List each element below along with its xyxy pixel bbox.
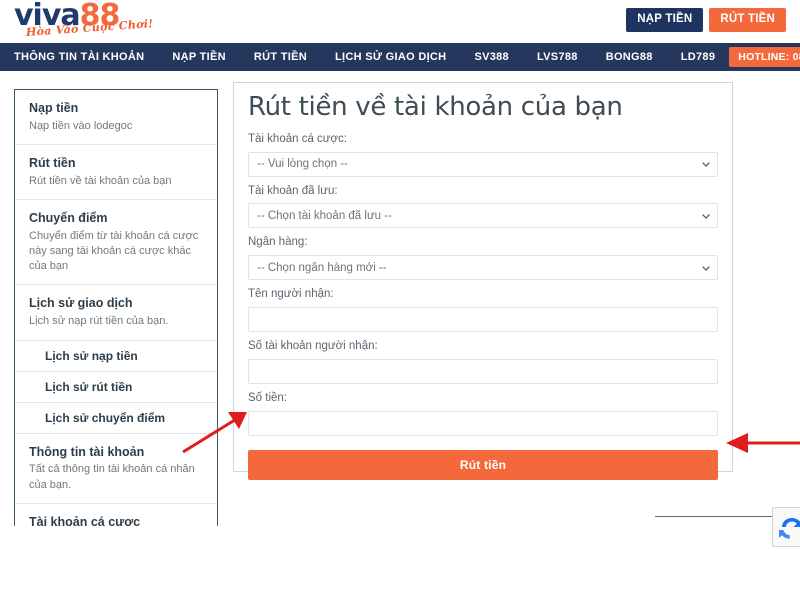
sidebar-item-transfer-points[interactable]: Chuyển điểm Chuyển điểm từ tài khoản cá … xyxy=(15,200,217,286)
input-amount[interactable] xyxy=(248,410,718,436)
sidebar-item-transaction-history-desc: Lịch sử nạp rút tiền của bạn. xyxy=(29,315,169,328)
sidebar-item-deposit-desc: Nạp tiền vào lodegoc xyxy=(29,119,133,132)
sidebar-item-account-info[interactable]: Thông tin tài khoản Tất cả thông tin tài… xyxy=(15,434,217,504)
label-bank: Ngân hàng: xyxy=(248,236,308,249)
sidebar-item-account-info-desc: Tất cả thông tin tài khoản cá nhân của b… xyxy=(29,463,195,491)
sidebar-subitem-withdraw-history[interactable]: Lịch sử rút tiền xyxy=(15,372,217,403)
nav-item-deposit[interactable]: NẠP TIỀN xyxy=(158,51,240,63)
nav-item-sv388[interactable]: SV388 xyxy=(460,51,523,63)
sidebar-item-withdraw-title: Rút tiền xyxy=(29,156,76,171)
select-saved-account[interactable]: -- Chọn tài khoản đã lưu -- xyxy=(248,203,718,229)
label-recipient-account-number: Số tài khoản người nhận: xyxy=(248,340,378,353)
site-logo[interactable]: viva88 Hòa Vào Cuộc Chơi! xyxy=(14,1,159,43)
recaptcha-icon xyxy=(779,518,800,539)
header-withdraw-button[interactable]: RÚT TIỀN xyxy=(709,8,786,32)
sidebar-item-betting-account-title: Tài khoản cá cược xyxy=(29,514,141,526)
field-amount: Số tiền: xyxy=(248,392,718,436)
sidebar-subitem-deposit-history[interactable]: Lịch sử nạp tiền xyxy=(15,341,217,372)
withdraw-submit-button[interactable]: Rút tiền xyxy=(248,449,718,480)
label-saved-account: Tài khoản đã lưu: xyxy=(248,184,338,197)
select-wrap-betting-account: -- Vui lòng chọn -- xyxy=(248,151,718,177)
select-wrap-saved-account: -- Chọn tài khoản đã lưu -- xyxy=(248,203,718,229)
field-saved-account: Tài khoản đã lưu: -- Chọn tài khoản đã l… xyxy=(248,185,718,229)
nav-item-account-info[interactable]: THÔNG TIN TÀI KHOẢN xyxy=(0,51,158,63)
main-navigation: THÔNG TIN TÀI KHOẢN NẠP TIỀN RÚT TIỀN LỊ… xyxy=(0,43,800,71)
field-betting-account: Tài khoản cá cược: -- Vui lòng chọn -- xyxy=(248,133,718,177)
header-deposit-button[interactable]: NẠP TIỀN xyxy=(626,8,704,32)
page-root: viva88 Hòa Vào Cuộc Chơi! NẠP TIỀN RÚT T… xyxy=(0,0,800,600)
sidebar-item-deposit-title: Nạp tiền xyxy=(29,101,79,115)
sidebar-item-transfer-points-title: Chuyển điểm xyxy=(29,211,108,226)
site-header: viva88 Hòa Vào Cuộc Chơi! NẠP TIỀN RÚT T… xyxy=(0,0,800,43)
nav-item-bong88[interactable]: BONG88 xyxy=(592,51,667,63)
sidebar-item-deposit[interactable]: Nạp tiền Nạp tiền vào lodegoc xyxy=(15,90,217,146)
select-bank[interactable]: -- Chọn ngân hàng mới -- xyxy=(248,255,718,281)
label-betting-account: Tài khoản cá cược: xyxy=(248,132,347,145)
hotline-badge[interactable]: HOTLINE: 085.355.2222 xyxy=(729,47,800,67)
select-wrap-bank: -- Chọn ngân hàng mới -- xyxy=(248,255,718,281)
header-action-buttons: NẠP TIỀN RÚT TIỀN xyxy=(626,8,786,32)
nav-item-ld789[interactable]: LD789 xyxy=(667,51,730,63)
nav-item-withdraw[interactable]: RÚT TIỀN xyxy=(240,51,321,63)
page-title: Rút tiền về tài khoản của bạn xyxy=(248,92,623,122)
nav-item-lvs788[interactable]: LVS788 xyxy=(523,51,592,63)
field-recipient-account-number: Số tài khoản người nhận: xyxy=(248,340,718,384)
sidebar-item-account-info-title: Thông tin tài khoản xyxy=(29,444,145,459)
sidebar-item-withdraw-desc: Rút tiền về tài khoản của bạn xyxy=(29,174,172,187)
sidebar-menu: Nạp tiền Nạp tiền vào lodegoc Rút tiền R… xyxy=(14,89,218,526)
withdraw-form-panel: Rút tiền về tài khoản của bạn Tài khoản … xyxy=(233,82,733,480)
recaptcha-badge[interactable] xyxy=(772,507,800,547)
select-betting-account[interactable]: -- Vui lòng chọn -- xyxy=(248,151,718,177)
field-recipient-name: Tên người nhận: xyxy=(248,288,718,333)
annotation-arrow-submit-button xyxy=(726,433,800,453)
input-recipient-name[interactable] xyxy=(248,307,718,333)
sidebar-item-betting-account[interactable]: Tài khoản cá cược Tài khoản cá cược đã c… xyxy=(15,504,217,526)
sidebar-item-transaction-history-title: Lịch sử giao dịch xyxy=(29,296,133,311)
sidebar-item-transaction-history[interactable]: Lịch sử giao dịch Lịch sử nạp rút tiền c… xyxy=(15,285,217,341)
input-recipient-account-number[interactable] xyxy=(248,358,718,384)
sidebar-item-transfer-points-desc: Chuyển điểm từ tài khoản cá cược này san… xyxy=(29,229,199,273)
label-amount: Số tiền: xyxy=(248,391,287,404)
nav-item-transaction-history[interactable]: LỊCH SỬ GIAO DỊCH xyxy=(321,51,460,63)
sidebar-item-withdraw[interactable]: Rút tiền Rút tiền về tài khoản của bạn xyxy=(15,145,217,201)
sidebar-subitem-transfer-history[interactable]: Lịch sử chuyển điểm xyxy=(15,403,217,434)
label-recipient-name: Tên người nhận: xyxy=(248,288,334,301)
field-bank: Ngân hàng: -- Chọn ngân hàng mới -- xyxy=(248,236,718,281)
